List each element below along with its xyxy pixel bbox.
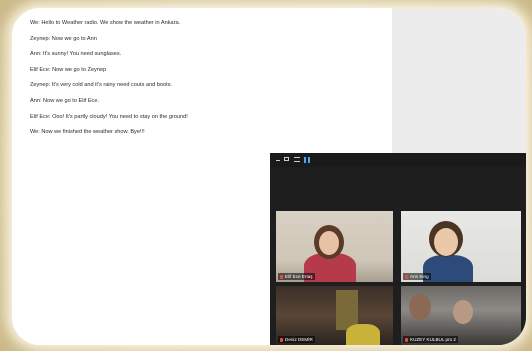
screenshot-frame: We: Hello to Weather radio. We show the …: [12, 8, 526, 345]
participant-name: Deniz DEMİR: [278, 336, 315, 343]
muted-mic-icon: [405, 274, 408, 279]
participant-name: Ann King: [403, 273, 431, 280]
participant-face: [409, 294, 431, 320]
participant-name: KUZEY KULBUL pro 2: [403, 336, 458, 343]
window-icon[interactable]: [284, 157, 289, 161]
video-call-window[interactable]: Elif Ece Ertaş Ann King Deniz DEMİR KUZE…: [270, 153, 526, 345]
participant-face: [319, 231, 339, 255]
list-icon[interactable]: [294, 157, 300, 162]
participant-tile[interactable]: KUZEY KULBUL pro 2: [401, 286, 521, 345]
script-line: Zeynep: Now we go to Ann: [30, 35, 97, 42]
participant-face: [434, 228, 458, 256]
participant-tile[interactable]: Deniz DEMİR: [276, 286, 393, 345]
script-line: Ann: It's sunny! You need sunglases.: [30, 51, 122, 58]
participant-video: [346, 324, 380, 345]
script-line: Ann: Now we go to Elif Ece.: [30, 97, 100, 104]
participant-tile[interactable]: Ann King: [401, 211, 521, 282]
script-line: We: Hello to Weather radio. We show the …: [30, 20, 181, 26]
muted-mic-icon: [280, 337, 283, 342]
script-text: We: Hello to Weather radio. We show the …: [30, 20, 188, 145]
script-line: Elif Ece: Ooo! It's partly cloudy! You n…: [30, 113, 188, 120]
script-line: Zeynep: It's very cold and it's rainy ne…: [30, 82, 173, 89]
participant-name: Elif Ece Ertaş: [278, 273, 315, 280]
muted-mic-icon: [405, 337, 408, 342]
script-line: Elif Ece: Now we go to Zeynep: [30, 66, 107, 73]
script-line: We: Now we finished the weather show. By…: [30, 129, 145, 136]
gallery-view-icon[interactable]: [304, 157, 310, 163]
video-toolbar: [270, 153, 526, 167]
muted-mic-icon: [280, 274, 283, 279]
participant-tile[interactable]: Elif Ece Ertaş: [276, 211, 393, 282]
participant-face: [453, 300, 473, 324]
minimize-icon[interactable]: [276, 160, 280, 161]
